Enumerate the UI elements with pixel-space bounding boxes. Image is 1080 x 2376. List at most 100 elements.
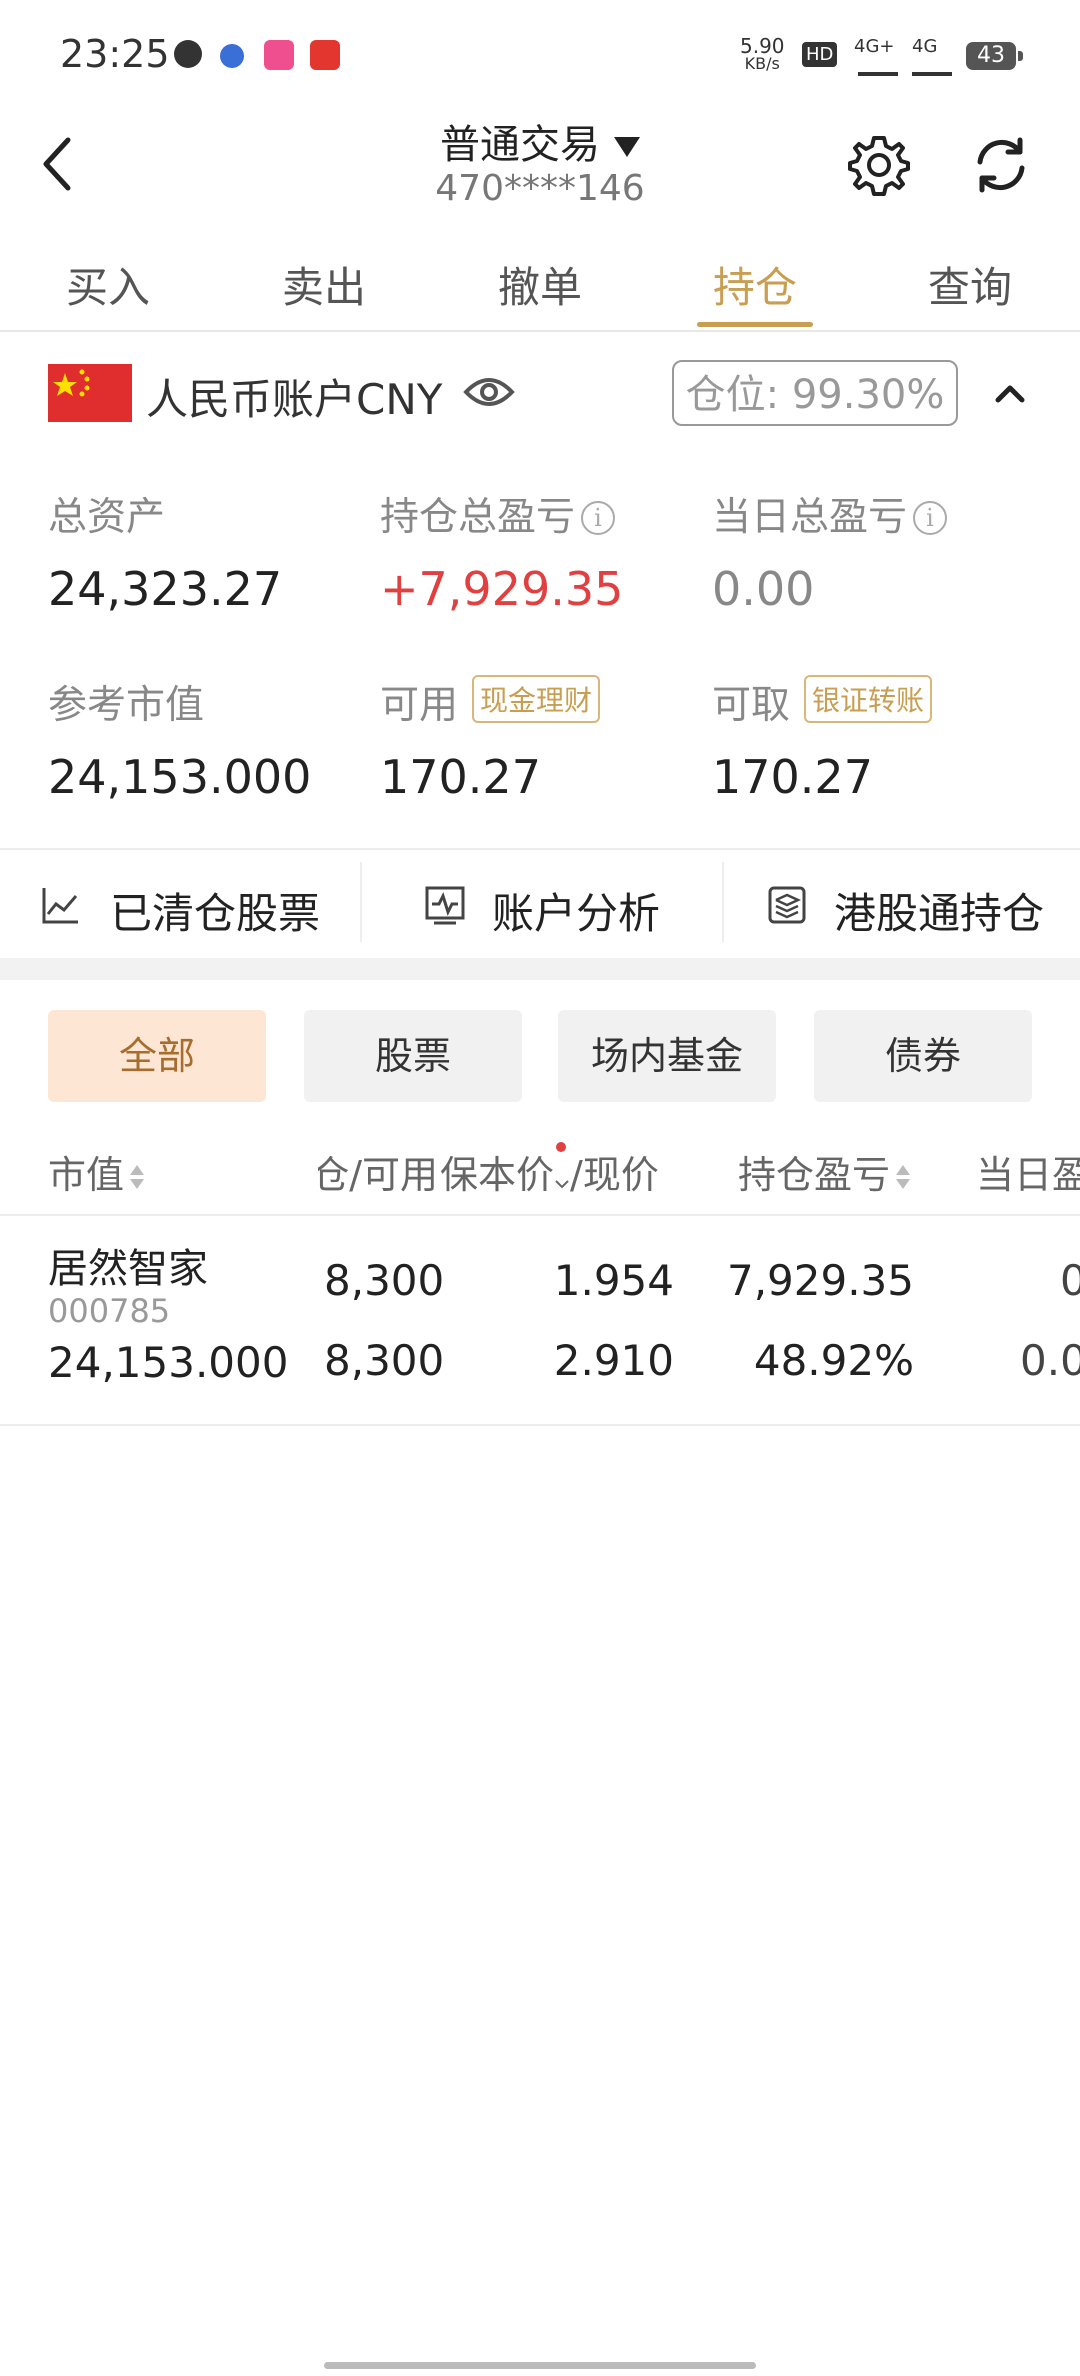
tab-sell[interactable]: 卖出 bbox=[234, 254, 414, 315]
stack-icon bbox=[768, 886, 806, 924]
filter-all[interactable]: 全部 bbox=[48, 1010, 266, 1102]
sort-icon bbox=[896, 1164, 911, 1191]
info-icon[interactable]: i bbox=[913, 501, 948, 535]
toggle-visibility-button[interactable] bbox=[462, 370, 516, 414]
market-value-label: 参考市值 bbox=[48, 683, 205, 728]
active-tab-indicator bbox=[697, 322, 813, 327]
current-price: 2.910 bbox=[553, 1336, 674, 1385]
filter-etf[interactable]: 场内基金 bbox=[558, 1010, 776, 1102]
daily-pnl-percent: 0.0 bbox=[1020, 1336, 1080, 1385]
network-speed-unit: KB/s bbox=[744, 54, 780, 73]
daily-pnl-value: 0.00 bbox=[712, 562, 815, 616]
account-number: 470****146 bbox=[435, 168, 645, 209]
stock-code: 000785 bbox=[48, 1292, 171, 1330]
section-gap bbox=[0, 958, 1080, 980]
tab-query[interactable]: 查询 bbox=[880, 254, 1060, 315]
quantity-total: 8,300 bbox=[324, 1256, 445, 1305]
red-app-notification-icon bbox=[310, 40, 340, 70]
collapse-button[interactable] bbox=[992, 378, 1028, 408]
pnl-amount: 7,929.35 bbox=[726, 1256, 914, 1305]
refresh-button[interactable] bbox=[968, 132, 1034, 198]
filter-stocks[interactable]: 股票 bbox=[304, 1010, 522, 1102]
pink-app-notification-icon bbox=[264, 40, 294, 70]
header-market-value: 市值 bbox=[48, 1153, 125, 1197]
withdrawable-label: 可取 银证转账 bbox=[712, 674, 933, 730]
refresh-icon bbox=[977, 137, 1025, 193]
hk-connect-holdings-button[interactable]: 港股通持仓 bbox=[724, 850, 1080, 960]
info-icon[interactable]: i bbox=[581, 501, 616, 535]
header-daily-pnl-text: 当日盈 bbox=[976, 1153, 1080, 1197]
dropdown-triangle-icon bbox=[614, 137, 640, 157]
trade-type-selector[interactable]: 普通交易 bbox=[0, 112, 1080, 170]
daily-pnl-label-text: 当日总盈亏 bbox=[712, 495, 908, 540]
tab-cancel-order[interactable]: 撤单 bbox=[450, 254, 630, 315]
tab-holdings[interactable]: 持仓 bbox=[665, 254, 845, 315]
settings-button[interactable] bbox=[846, 132, 912, 198]
notification-dot bbox=[556, 1141, 567, 1152]
home-indicator[interactable] bbox=[324, 2362, 756, 2369]
header-cost-price: 保本价 bbox=[440, 1153, 555, 1197]
analysis-icon bbox=[425, 886, 465, 925]
signal-4g: 4G bbox=[912, 36, 938, 57]
account-analysis-button[interactable]: 账户分析 bbox=[362, 850, 722, 960]
total-assets-label: 总资产 bbox=[48, 495, 166, 540]
hd-label: HD bbox=[806, 44, 834, 65]
available-label: 可用 现金理财 bbox=[380, 674, 601, 730]
header-price[interactable]: 保本价 /现价 bbox=[440, 1141, 659, 1200]
daily-pnl-amount: 0 bbox=[1060, 1256, 1080, 1305]
quantity-available: 8,300 bbox=[324, 1336, 445, 1385]
chevron-up-icon bbox=[995, 385, 1025, 403]
line-chart-icon bbox=[42, 888, 78, 924]
sort-icon bbox=[130, 1164, 145, 1191]
gear-icon bbox=[848, 136, 910, 196]
divider bbox=[0, 1424, 1080, 1426]
battery-icon: 43 bbox=[966, 42, 1023, 70]
table-row[interactable]: 居然智家 000785 24,153.000 8,300 8,300 1.954… bbox=[0, 1216, 1080, 1426]
app-notification-icon bbox=[174, 40, 202, 68]
tab-buy[interactable]: 买入 bbox=[18, 254, 198, 315]
available-label-text: 可用 bbox=[380, 683, 459, 728]
signal-4gplus: 4G+ bbox=[854, 36, 895, 57]
stock-market-value: 24,153.000 bbox=[48, 1338, 289, 1387]
sort-market-value[interactable]: 市值 bbox=[48, 1144, 145, 1199]
cleared-stocks-button[interactable]: 已清仓股票 bbox=[0, 850, 360, 960]
total-assets-value: 24,323.27 bbox=[48, 562, 283, 616]
network-speed: 5.90 KB/s bbox=[740, 36, 785, 72]
available-value: 170.27 bbox=[380, 750, 541, 804]
status-bar: 23:25 5.90 KB/s HD 4G+ 4G 43 bbox=[0, 0, 1080, 110]
withdrawable-label-text: 可取 bbox=[712, 683, 791, 728]
holding-pnl-label[interactable]: 持仓总盈亏 i bbox=[380, 486, 616, 542]
page-title: 普通交易 bbox=[440, 122, 600, 168]
cost-price: 1.954 bbox=[553, 1256, 674, 1305]
hk-connect-holdings-label: 港股通持仓 bbox=[834, 889, 1045, 938]
account-analysis-label: 账户分析 bbox=[492, 889, 661, 938]
header-quantity-text: 仓/可用 bbox=[318, 1153, 438, 1197]
filter-bonds[interactable]: 债券 bbox=[814, 1010, 1032, 1102]
trade-tabs: 买入 卖出 撤单 持仓 查询 bbox=[0, 240, 1080, 332]
market-value-value: 24,153.000 bbox=[48, 750, 312, 804]
position-ratio-badge: 仓位: 99.30% bbox=[672, 360, 958, 426]
status-time: 23:25 bbox=[60, 32, 170, 76]
eye-icon bbox=[463, 378, 515, 406]
paw-notification-icon bbox=[220, 44, 244, 68]
holding-pnl-label-text: 持仓总盈亏 bbox=[380, 495, 576, 540]
cash-management-tag[interactable]: 现金理财 bbox=[472, 675, 601, 723]
china-flag-icon bbox=[48, 364, 132, 422]
signal-bars-icon-2 bbox=[912, 56, 952, 76]
hd-icon: HD bbox=[802, 42, 838, 67]
cleared-stocks-label: 已清仓股票 bbox=[110, 889, 321, 938]
stock-name: 居然智家 bbox=[48, 1246, 208, 1292]
pnl-percent: 48.92% bbox=[753, 1336, 914, 1385]
header-quantity: 仓/可用 bbox=[318, 1144, 438, 1199]
network-speed-value: 5.90 bbox=[740, 34, 785, 58]
header-holding-pnl: 持仓盈亏 bbox=[738, 1153, 891, 1197]
bank-transfer-tag[interactable]: 银证转账 bbox=[804, 675, 933, 723]
header-current-price: /现价 bbox=[570, 1153, 659, 1197]
currency-account-label: 人民币账户CNY bbox=[146, 375, 443, 424]
daily-pnl-label[interactable]: 当日总盈亏 i bbox=[712, 486, 948, 542]
sort-holding-pnl[interactable]: 持仓盈亏 bbox=[738, 1144, 911, 1199]
header-daily-pnl[interactable]: 当日盈 bbox=[976, 1144, 1080, 1199]
holding-pnl-value: +7,929.35 bbox=[380, 562, 624, 616]
signal-bars-icon bbox=[858, 56, 898, 76]
withdrawable-value: 170.27 bbox=[712, 750, 873, 804]
